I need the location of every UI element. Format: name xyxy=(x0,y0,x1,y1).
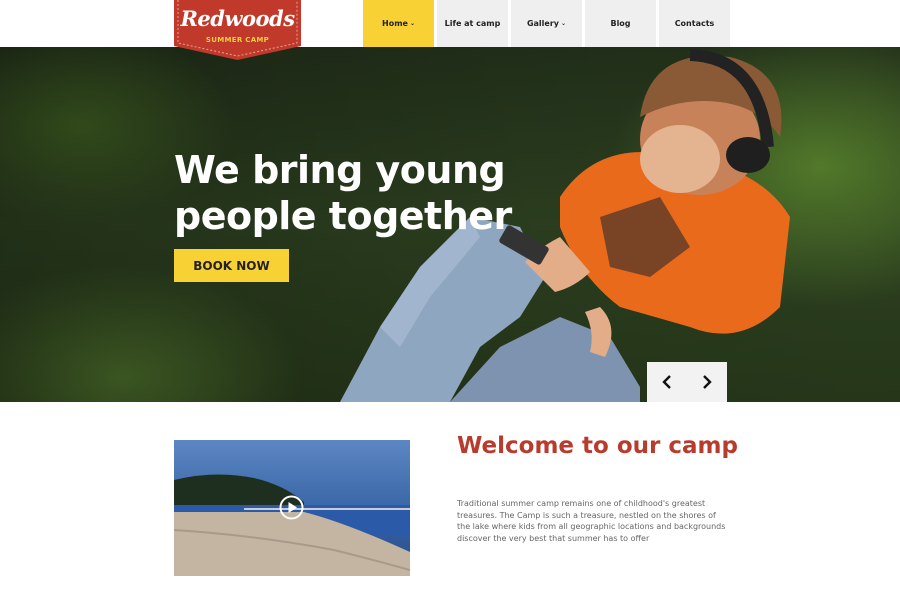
nav-item-blog[interactable]: Blog xyxy=(585,0,656,47)
main-nav: Home ⌄ Life at camp Gallery ⌄ Blog Conta… xyxy=(363,0,730,47)
chevron-left-icon xyxy=(662,375,671,389)
welcome-text: Traditional summer camp remains one of c… xyxy=(457,499,726,543)
chevron-right-icon xyxy=(703,375,712,389)
book-now-button[interactable]: BOOK NOW xyxy=(174,249,289,282)
slider-prev-button[interactable] xyxy=(647,362,687,402)
nav-item-gallery[interactable]: Gallery ⌄ xyxy=(511,0,582,47)
logo-tagline: SUMMER CAMP xyxy=(205,36,270,44)
hero-title: We bring young people together xyxy=(174,147,514,239)
chevron-down-icon: ⌄ xyxy=(409,20,415,27)
nav-label: Blog xyxy=(610,19,631,28)
nav-item-home[interactable]: Home ⌄ xyxy=(363,0,434,47)
chevron-down-icon: ⌄ xyxy=(561,20,567,27)
nav-item-contacts[interactable]: Contacts xyxy=(659,0,730,47)
logo[interactable]: Redwoods SUMMER CAMP xyxy=(174,0,301,60)
slider-controls xyxy=(647,362,727,402)
logo-title: Redwoods xyxy=(180,6,295,31)
nav-label: Gallery xyxy=(526,19,559,28)
nav-label: Life at camp xyxy=(444,19,501,28)
play-icon[interactable] xyxy=(279,495,304,520)
slider-next-button[interactable] xyxy=(687,362,727,402)
hero-title-line: people together xyxy=(174,194,512,238)
hero-slider: We bring young people together BOOK NOW xyxy=(0,47,900,402)
nav-label: Contacts xyxy=(674,19,715,28)
welcome-title: Welcome to our camp xyxy=(457,433,738,459)
hero-title-line: We bring young xyxy=(174,148,506,192)
nav-item-life-at-camp[interactable]: Life at camp xyxy=(437,0,508,47)
site-header: Redwoods SUMMER CAMP Home ⌄ Life at camp… xyxy=(0,0,900,60)
nav-label: Home xyxy=(382,19,408,28)
